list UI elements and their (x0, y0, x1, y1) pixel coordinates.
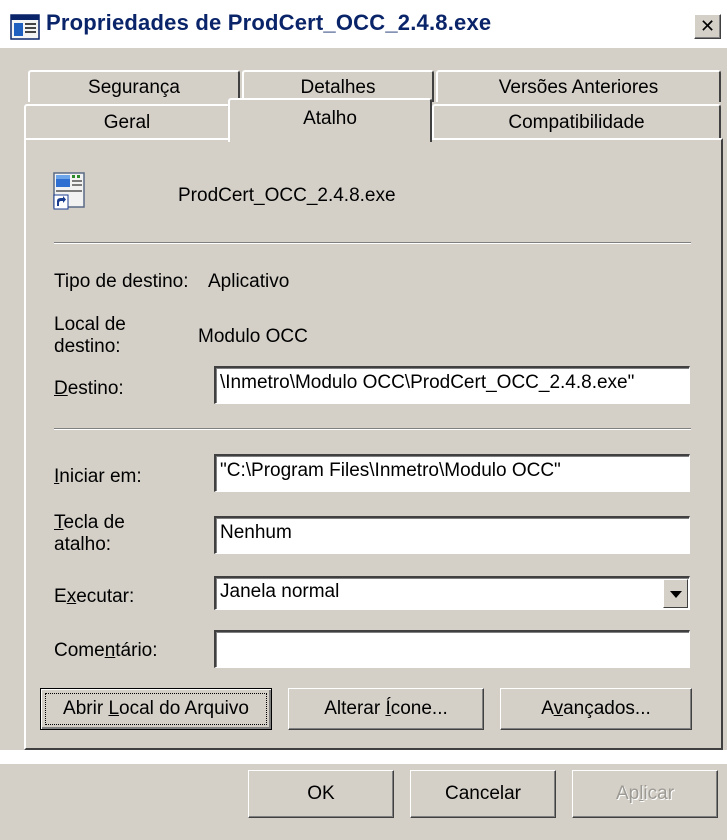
target-location-value: Modulo OCC (198, 326, 308, 347)
start-in-label-rest: niciar em: (59, 466, 142, 487)
start-in-label: Iniciar em: (54, 466, 142, 488)
tab-label: Atalho (303, 108, 357, 129)
tab-label: Geral (103, 112, 151, 133)
window-title: Propriedades de ProdCert_OCC_2.4.8.exe (46, 10, 492, 35)
start-in-input[interactable]: "C:\Program Files\Inmetro\Modulo OCC" (214, 454, 690, 492)
title-bar: Propriedades de ProdCert_OCC_2.4.8.exe ✕ (0, 0, 727, 48)
tab-label: Compatibilidade (508, 112, 645, 133)
dialog-footer: OK Cancelar Aplicar (0, 764, 727, 840)
run-select-value: Janela normal (220, 581, 340, 602)
target-label: Destino: (54, 378, 124, 400)
comment-input[interactable] (214, 630, 690, 668)
change-icon-button[interactable]: Alterar Ícone... (288, 688, 484, 730)
ok-button[interactable]: OK (248, 770, 394, 818)
change-icon-label: Alterar Ícone... (324, 698, 448, 719)
apply-button[interactable]: Aplicar (572, 770, 718, 818)
run-label: Executar: (54, 586, 134, 608)
comment-label-mnemonic: n (104, 640, 116, 661)
close-button[interactable]: ✕ (694, 14, 721, 39)
open-file-location-button[interactable]: Abrir Local do Arquivo (40, 688, 272, 730)
target-type-value: Aplicativo (208, 271, 290, 292)
run-select[interactable]: Janela normal (214, 576, 690, 610)
tab-label: Versões Anteriores (498, 77, 659, 98)
hotkey-label-line2: atalho: (54, 534, 112, 555)
target-type-label: Tipo de destino: (54, 271, 189, 292)
chevron-down-icon[interactable] (663, 579, 688, 608)
tab-label: Detalhes (300, 77, 376, 98)
target-input[interactable]: \Inmetro\Modulo OCC\ProdCert_OCC_2.4.8.e… (214, 366, 690, 404)
focus-ring (45, 693, 267, 725)
advanced-button[interactable]: Avançados... (500, 688, 692, 730)
tab-seguranca[interactable]: Segurança (28, 70, 240, 102)
window-properties-icon (10, 14, 40, 40)
tab-compatibilidade[interactable]: Compatibilidade (432, 104, 721, 138)
hotkey-input[interactable]: Nenhum (214, 516, 690, 554)
run-label-rest: ecutar: (76, 586, 135, 607)
divider-strip (0, 750, 727, 764)
target-location-label-line2: destino: (54, 336, 121, 357)
comment-label-pre: Come (54, 640, 105, 661)
tab-atalho[interactable]: Atalho (228, 98, 432, 142)
separator (54, 242, 691, 244)
target-location-label-line1: Local de (54, 314, 126, 335)
tab-label: Segurança (88, 77, 180, 98)
target-label-mnemonic: D (54, 378, 68, 399)
cancel-button[interactable]: Cancelar (410, 770, 556, 818)
run-label-pre: E (54, 586, 67, 607)
tab-panel-atalho: ProdCert_OCC_2.4.8.exe Tipo de destino: … (24, 138, 723, 750)
apply-label: Aplicar (615, 783, 675, 804)
separator (54, 428, 691, 430)
comment-label-rest: tário: (115, 640, 158, 661)
hotkey-label-rest: ecla de (63, 512, 125, 533)
shortcut-file-name: ProdCert_OCC_2.4.8.exe (178, 185, 396, 206)
advanced-label: Avançados... (541, 698, 651, 719)
target-label-rest: estino: (67, 378, 124, 399)
shortcut-file-icon (53, 172, 85, 210)
close-icon: ✕ (699, 16, 716, 36)
comment-label: Comentário: (54, 640, 158, 662)
tab-geral[interactable]: Geral (24, 104, 230, 138)
hotkey-label-mnemonic: T (54, 512, 64, 533)
hotkey-label-line1: Tecla de (54, 512, 125, 534)
tab-versoes-anteriores[interactable]: Versões Anteriores (436, 70, 721, 102)
run-label-mnemonic: x (66, 586, 77, 607)
